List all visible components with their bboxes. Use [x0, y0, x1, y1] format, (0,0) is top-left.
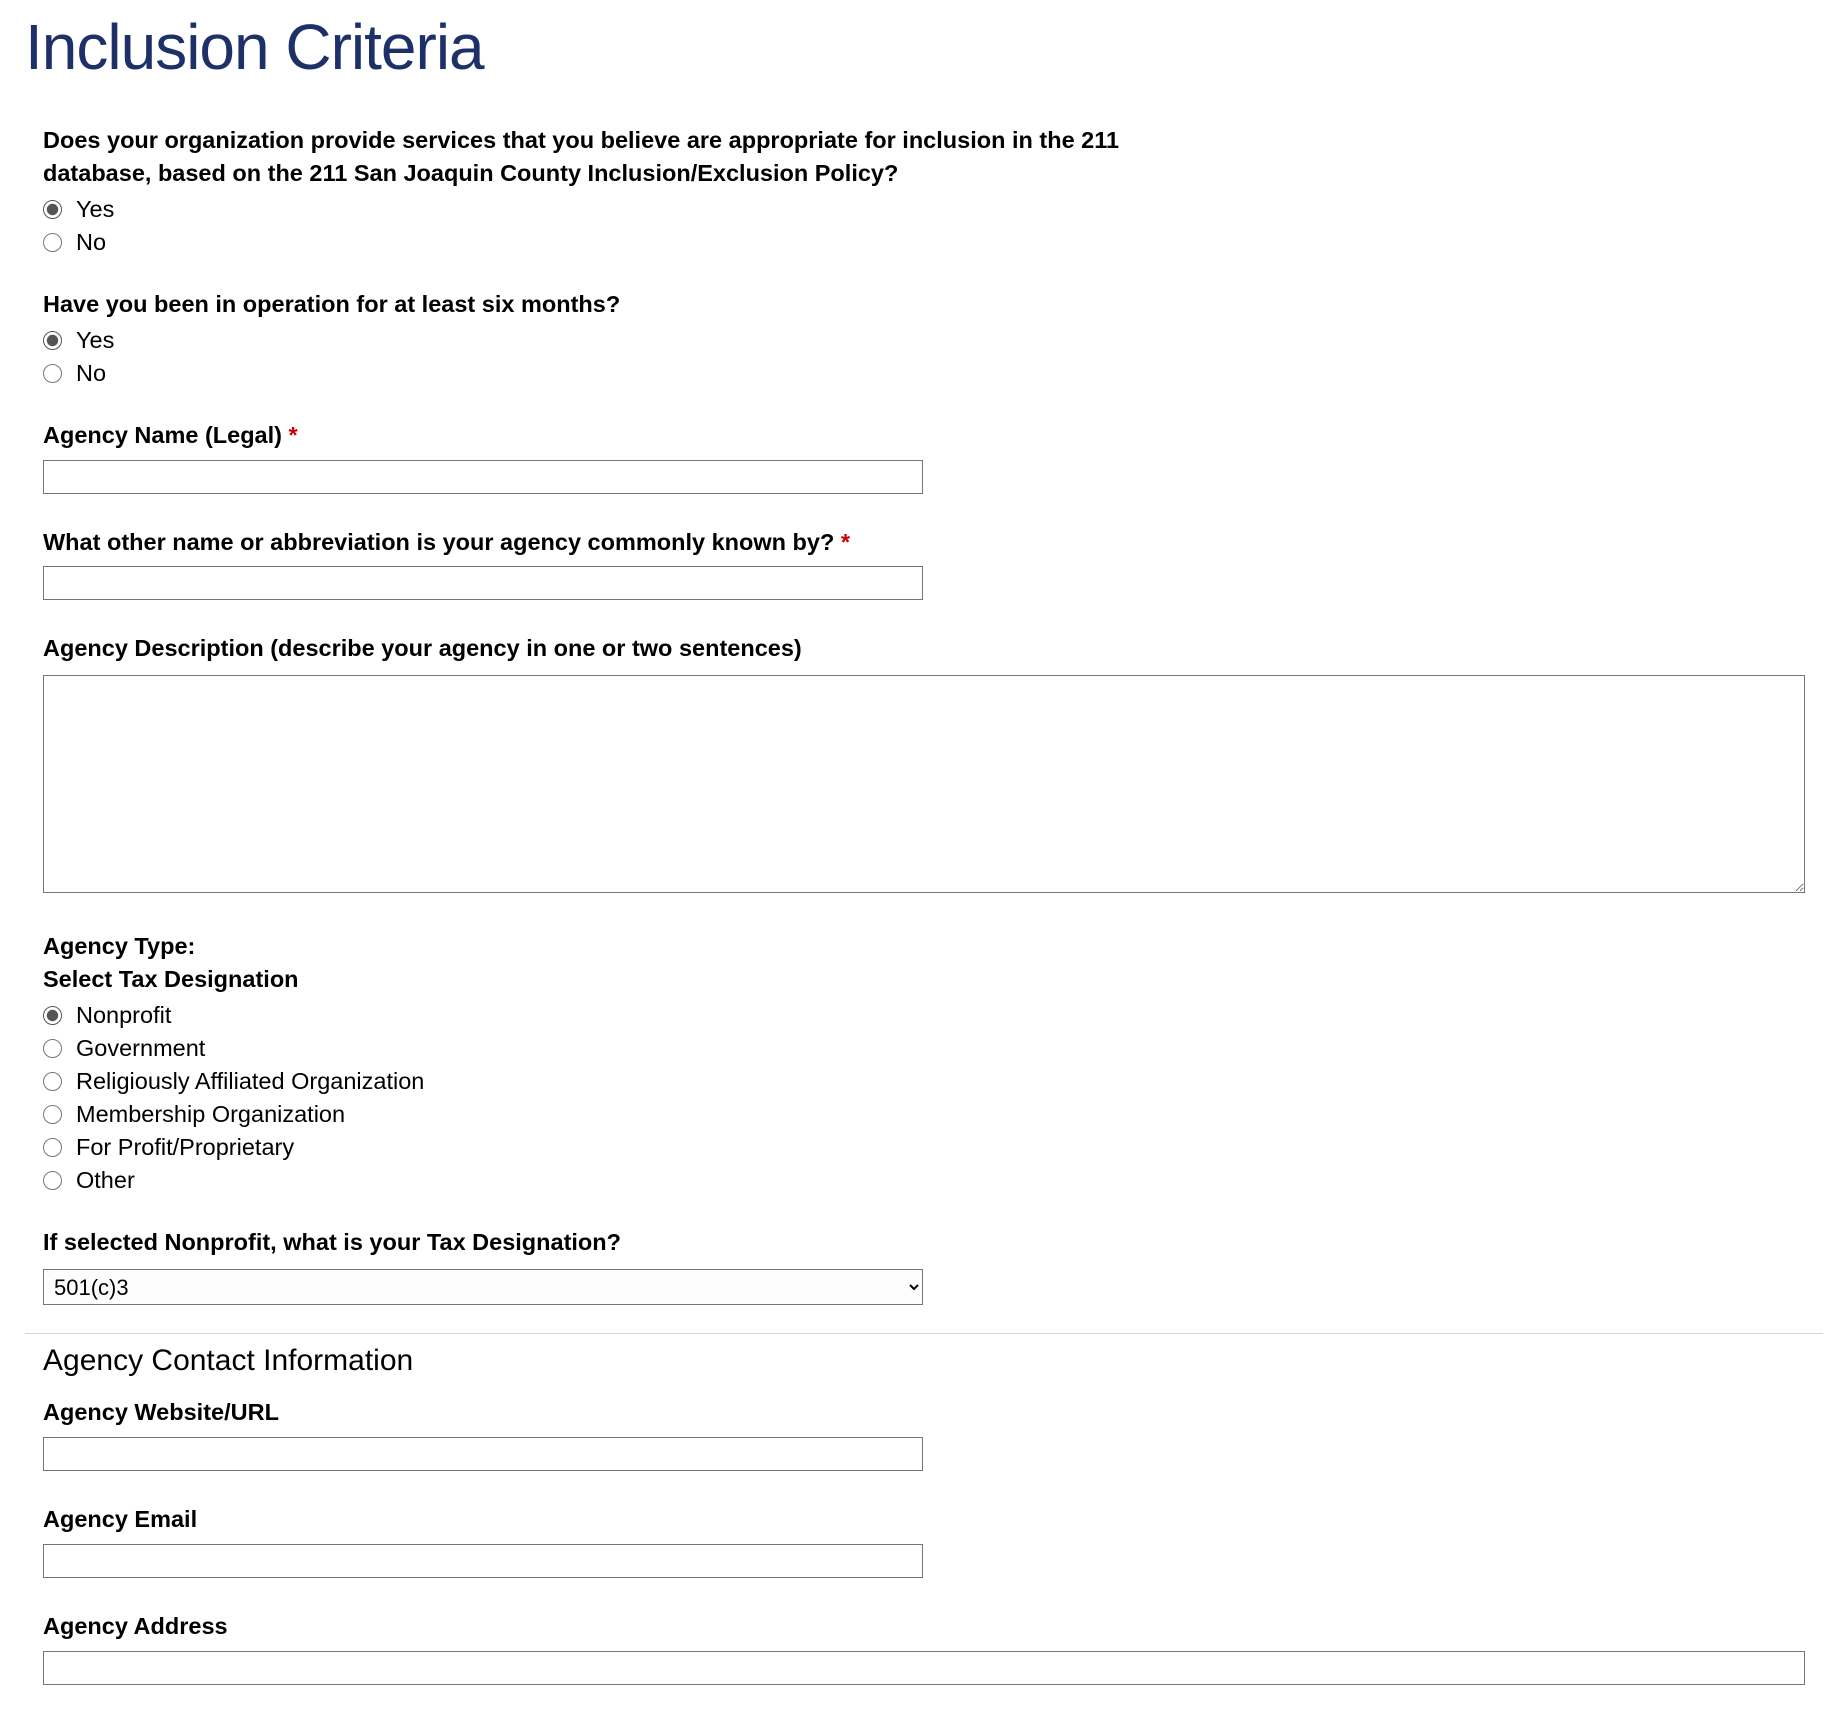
description-textarea[interactable] [43, 675, 1805, 893]
field-agency-name: Agency Name (Legal) * [43, 419, 1805, 494]
q2-yes-label: Yes [76, 327, 114, 354]
required-marker: * [289, 422, 298, 448]
email-label: Agency Email [43, 1503, 1805, 1536]
tax-designation-label: If selected Nonprofit, what is your Tax … [43, 1226, 1805, 1259]
email-input[interactable] [43, 1544, 923, 1578]
agency-type-label-2: Select Tax Designation [43, 963, 1805, 996]
atype-government-radio[interactable] [43, 1039, 62, 1058]
question-inclusion-appropriate: Does your organization provide services … [43, 124, 1805, 256]
agency-type-label-1: Agency Type: [43, 930, 1805, 963]
field-agency-description: Agency Description (describe your agency… [43, 632, 1805, 898]
q1-no-label: No [76, 229, 106, 256]
q2-no-radio[interactable] [43, 364, 62, 383]
q2-no-label: No [76, 360, 106, 387]
q1-label: Does your organization provide services … [43, 124, 1143, 190]
field-agency-website: Agency Website/URL [43, 1396, 1805, 1471]
required-marker: * [841, 529, 850, 555]
other-name-input[interactable] [43, 566, 923, 600]
field-tax-designation: If selected Nonprofit, what is your Tax … [43, 1226, 1805, 1305]
page-title: Inclusion Criteria [25, 10, 1823, 84]
atype-religious-label: Religiously Affiliated Organization [76, 1068, 424, 1095]
atype-membership-radio[interactable] [43, 1105, 62, 1124]
field-agency-address: Agency Address [43, 1610, 1805, 1685]
q1-yes-label: Yes [76, 196, 114, 223]
atype-other-radio[interactable] [43, 1171, 62, 1190]
contact-section-heading: Agency Contact Information [43, 1344, 1805, 1378]
field-agency-email: Agency Email [43, 1503, 1805, 1578]
agency-name-label-wrap: Agency Name (Legal) * [43, 419, 1805, 452]
address-input[interactable] [43, 1651, 1805, 1685]
q1-no-radio[interactable] [43, 233, 62, 252]
atype-membership-label: Membership Organization [76, 1101, 345, 1128]
agency-name-input[interactable] [43, 460, 923, 494]
atype-other-label: Other [76, 1167, 135, 1194]
atype-nonprofit-label: Nonprofit [76, 1002, 171, 1029]
tax-designation-select[interactable]: 501(c)3 [43, 1269, 923, 1305]
address-label: Agency Address [43, 1610, 1805, 1643]
other-name-label-wrap: What other name or abbreviation is your … [43, 526, 1805, 559]
q1-yes-radio[interactable] [43, 200, 62, 219]
website-input[interactable] [43, 1437, 923, 1471]
section-divider [25, 1333, 1823, 1334]
atype-forprofit-label: For Profit/Proprietary [76, 1134, 294, 1161]
field-agency-type: Agency Type: Select Tax Designation Nonp… [43, 930, 1805, 1194]
atype-nonprofit-radio[interactable] [43, 1006, 62, 1025]
q2-label: Have you been in operation for at least … [43, 288, 1805, 321]
other-name-label: What other name or abbreviation is your … [43, 529, 834, 555]
question-six-months: Have you been in operation for at least … [43, 288, 1805, 387]
atype-religious-radio[interactable] [43, 1072, 62, 1091]
field-other-name: What other name or abbreviation is your … [43, 526, 1805, 601]
website-label: Agency Website/URL [43, 1396, 1805, 1429]
agency-name-label: Agency Name (Legal) [43, 422, 282, 448]
atype-government-label: Government [76, 1035, 205, 1062]
atype-forprofit-radio[interactable] [43, 1138, 62, 1157]
q2-yes-radio[interactable] [43, 331, 62, 350]
description-label: Agency Description (describe your agency… [43, 632, 1805, 665]
